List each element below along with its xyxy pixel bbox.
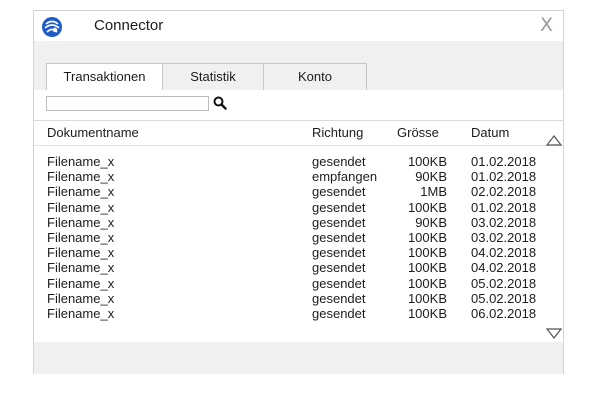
cell-name: Filename_x (47, 290, 115, 306)
table-row[interactable]: Filename_x gesendet 90KB 03.02.2018 (34, 215, 563, 230)
table-row[interactable]: Filename_x gesendet 100KB 06.02.2018 (34, 306, 563, 321)
scroll-down-icon[interactable] (546, 328, 562, 340)
cell-date: 06.02.2018 (471, 305, 537, 321)
cell-size: 1MB (420, 184, 447, 200)
cell-name: Filename_x (47, 199, 115, 215)
cell-size: 100KB (407, 275, 447, 291)
table-row[interactable]: Filename_x gesendet 100KB 05.02.2018 (34, 276, 563, 291)
table-row[interactable]: Filename_x empfangen 90KB 01.02.2018 (34, 169, 563, 184)
column-header-date[interactable]: Datum (471, 125, 509, 140)
search-input[interactable] (46, 96, 209, 111)
tab-konto[interactable]: Konto (263, 63, 367, 90)
cell-size: 90KB (415, 169, 447, 185)
table-row[interactable]: Filename_x gesendet 1MB 02.02.2018 (34, 184, 563, 199)
cell-date: 01.02.2018 (471, 199, 537, 215)
transaction-list: Filename_x gesendet 100KB 01.02.2018 Fil… (34, 154, 563, 321)
cell-name: Filename_x (47, 245, 115, 261)
cell-size: 100KB (407, 305, 447, 321)
cell-direction: gesendet (312, 245, 366, 261)
cell-date: 03.02.2018 (471, 229, 537, 245)
table-row[interactable]: Filename_x gesendet 100KB 01.02.2018 (34, 154, 563, 169)
cell-name: Filename_x (47, 305, 115, 321)
cell-name: Filename_x (47, 275, 115, 291)
cell-size: 100KB (407, 290, 447, 306)
table-row[interactable]: Filename_x gesendet 100KB 05.02.2018 (34, 291, 563, 306)
cell-size: 100KB (407, 260, 447, 276)
cell-size: 100KB (407, 245, 447, 261)
cell-date: 05.02.2018 (471, 275, 537, 291)
cell-date: 01.02.2018 (471, 154, 537, 169)
cell-name: Filename_x (47, 169, 115, 185)
cell-direction: gesendet (312, 154, 366, 169)
cell-direction: gesendet (312, 184, 366, 200)
tab-bar: Transaktionen Statistik Konto (34, 41, 563, 91)
cell-direction: gesendet (312, 260, 366, 276)
cell-size: 100KB (407, 229, 447, 245)
status-footer (34, 342, 563, 374)
cell-date: 04.02.2018 (471, 260, 537, 276)
cell-date: 05.02.2018 (471, 290, 537, 306)
cell-direction: empfangen (312, 169, 378, 185)
cell-size: 100KB (407, 154, 447, 169)
cell-size: 90KB (415, 214, 447, 230)
search-toolbar (34, 90, 563, 121)
cell-direction: gesendet (312, 305, 366, 321)
scroll-up-icon[interactable] (546, 134, 562, 146)
cell-name: Filename_x (47, 184, 115, 200)
cell-date: 01.02.2018 (471, 169, 537, 185)
cell-direction: gesendet (312, 290, 366, 306)
table-header: Dokumentname Richtung Grösse Datum (34, 122, 563, 146)
title-bar: Connector X (34, 11, 563, 41)
app-logo-icon (42, 17, 62, 37)
cell-name: Filename_x (47, 229, 115, 245)
window-title: Connector (94, 17, 164, 34)
cell-size: 100KB (407, 199, 447, 215)
table-row[interactable]: Filename_x gesendet 100KB 04.02.2018 (34, 245, 563, 260)
cell-date: 04.02.2018 (471, 245, 537, 261)
column-header-size[interactable]: Grösse (397, 125, 439, 140)
cell-direction: gesendet (312, 229, 366, 245)
cell-direction: gesendet (312, 199, 366, 215)
cell-name: Filename_x (47, 154, 115, 169)
cell-date: 03.02.2018 (471, 214, 537, 230)
table-row[interactable]: Filename_x gesendet 100KB 04.02.2018 (34, 260, 563, 275)
tab-statistik[interactable]: Statistik (162, 63, 264, 90)
connector-window: Connector X Transaktionen Statistik Kont… (33, 10, 564, 374)
tab-transaktionen[interactable]: Transaktionen (46, 63, 163, 91)
table-row[interactable]: Filename_x gesendet 100KB 03.02.2018 (34, 230, 563, 245)
search-icon[interactable] (213, 96, 227, 110)
close-button[interactable]: X (540, 14, 553, 36)
column-header-name[interactable]: Dokumentname (47, 125, 139, 140)
column-header-direction[interactable]: Richtung (312, 125, 363, 140)
table-row[interactable]: Filename_x gesendet 100KB 01.02.2018 (34, 200, 563, 215)
cell-direction: gesendet (312, 214, 366, 230)
cell-name: Filename_x (47, 260, 115, 276)
cell-direction: gesendet (312, 275, 366, 291)
cell-date: 02.02.2018 (471, 184, 537, 200)
cell-name: Filename_x (47, 214, 115, 230)
